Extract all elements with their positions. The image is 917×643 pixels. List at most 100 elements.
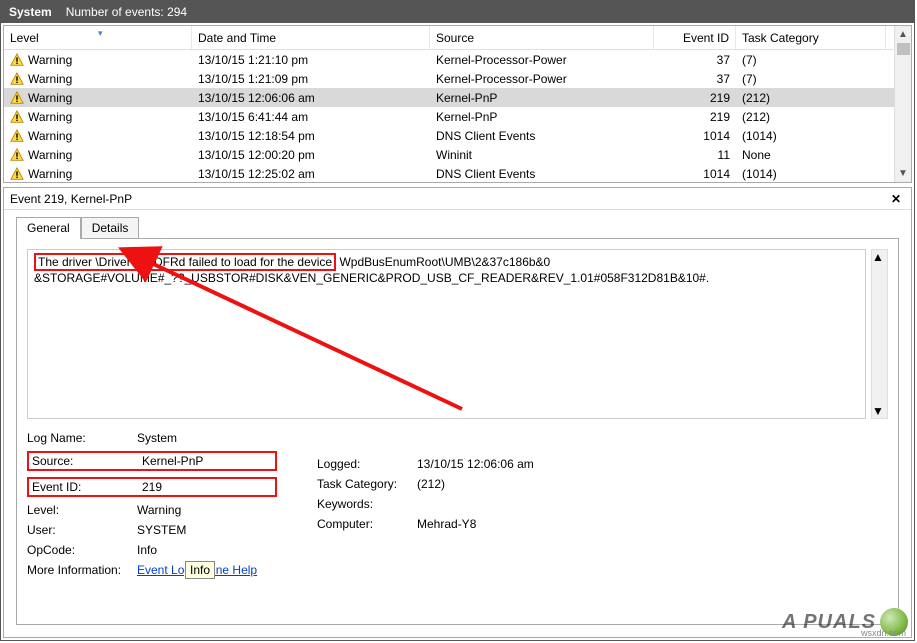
- warning-icon: [10, 167, 24, 181]
- tab-panel-general: The driver \Driver\WUDFRd failed to load…: [16, 238, 899, 625]
- label-logged: Logged:: [317, 457, 417, 471]
- events-list-pane: Level ▾ Date and Time Source Event ID Ta…: [3, 25, 912, 183]
- table-row[interactable]: Warning13/10/15 12:18:54 pmDNS Client Ev…: [4, 126, 894, 145]
- cell-task: (7): [736, 69, 886, 89]
- cell-task: None: [736, 145, 886, 165]
- field-source: Source: Kernel-PnP: [27, 451, 277, 471]
- label-task-category: Task Category:: [317, 477, 417, 491]
- highlighted-driver-text: The driver \Driver\WUDFRd failed to load…: [34, 253, 336, 271]
- cell-source: DNS Client Events: [430, 126, 654, 146]
- events-table-body: Warning 13/10/15 1:21:10 pmKernel-Process…: [4, 50, 894, 182]
- table-row[interactable]: Warning13/10/15 1:21:09 pmKernel-Process…: [4, 69, 894, 88]
- cell-source: Wininit: [430, 145, 654, 165]
- events-table-header: Level ▾ Date and Time Source Event ID Ta…: [4, 26, 894, 50]
- tab-details[interactable]: Details: [81, 217, 140, 239]
- column-header-source[interactable]: Source: [430, 26, 654, 49]
- table-row[interactable]: Warning 13/10/15 6:41:44 amKernel-PnP219(…: [4, 107, 894, 126]
- event-viewer-window: System Number of events: 294 Level ▾ Dat…: [0, 0, 915, 641]
- cell-date: 13/10/15 1:21:10 pm: [192, 50, 430, 70]
- value-event-id: 219: [142, 480, 272, 494]
- warning-icon: [10, 53, 24, 67]
- field-logged: Logged: 13/10/15 12:06:06 am: [317, 457, 577, 471]
- warning-icon: [10, 148, 24, 162]
- close-icon[interactable]: ✕: [887, 192, 905, 206]
- value-task-category: (212): [417, 477, 547, 491]
- scroll-up-icon[interactable]: ▲: [895, 26, 911, 43]
- corner-credit: wsxdn.com: [861, 628, 906, 638]
- tooltip-info: Info: [185, 561, 215, 579]
- cell-task: (212): [736, 88, 886, 108]
- cell-date: 13/10/15 12:00:20 pm: [192, 145, 430, 165]
- label-log-name: Log Name:: [27, 431, 137, 445]
- titlebar: System Number of events: 294: [1, 1, 914, 23]
- label-more-info: More Information:: [27, 563, 137, 577]
- field-computer: Computer: Mehrad-Y8: [317, 517, 577, 531]
- detail-tab-strip: General Details: [4, 210, 911, 238]
- column-header-event-id[interactable]: Event ID: [654, 26, 736, 49]
- label-source: Source:: [32, 454, 142, 468]
- column-header-level-label: Level: [10, 31, 39, 45]
- warning-icon: [10, 129, 24, 143]
- value-log-name: System: [137, 431, 267, 445]
- cell-event-id: 37: [654, 50, 736, 70]
- titlebar-title: System: [9, 5, 52, 19]
- value-source: Kernel-PnP: [142, 454, 272, 468]
- cell-event-id: 1014: [654, 126, 736, 146]
- value-keywords: [417, 497, 547, 511]
- description-scrollbar[interactable]: ▲ ▼: [871, 249, 888, 419]
- scroll-down-icon[interactable]: ▼: [895, 165, 911, 182]
- column-header-level[interactable]: Level ▾: [4, 26, 192, 49]
- column-header-task[interactable]: Task Category: [736, 26, 886, 49]
- warning-icon: [10, 91, 24, 105]
- label-opcode: OpCode:: [27, 543, 137, 557]
- desc-scroll-up-icon[interactable]: ▲: [872, 250, 887, 264]
- cell-source: Kernel-Processor-Power: [430, 69, 654, 89]
- cell-event-id: 1014: [654, 164, 736, 183]
- field-user: User: SYSTEM: [27, 523, 277, 537]
- cell-event-id: 11: [654, 145, 736, 165]
- cell-date: 13/10/15 12:25:02 am: [192, 164, 430, 183]
- warning-icon: [10, 72, 24, 86]
- label-event-id: Event ID:: [32, 480, 142, 494]
- value-user: SYSTEM: [137, 523, 267, 537]
- table-row[interactable]: Warning13/10/15 12:06:06 amKernel-PnP219…: [4, 88, 894, 107]
- sort-indicator-icon: ▾: [98, 28, 103, 39]
- cell-source: Kernel-PnP: [430, 107, 654, 127]
- table-row[interactable]: Warning13/10/15 12:25:02 amDNS Client Ev…: [4, 164, 894, 182]
- field-keywords: Keywords:: [317, 497, 577, 511]
- label-computer: Computer:: [317, 517, 417, 531]
- field-event-id: Event ID: 219: [27, 477, 277, 497]
- scroll-thumb[interactable]: [897, 43, 910, 55]
- field-level: Level: Warning: [27, 503, 277, 517]
- cell-date: 13/10/15 6:41:44 am: [192, 107, 430, 127]
- tab-general[interactable]: General: [16, 217, 81, 239]
- table-row[interactable]: Warning13/10/15 12:00:20 pmWininit11None: [4, 145, 894, 164]
- warning-icon: [10, 110, 24, 124]
- column-header-date[interactable]: Date and Time: [192, 26, 430, 49]
- value-opcode: Info: [137, 543, 267, 557]
- desc-scroll-down-icon[interactable]: ▼: [872, 404, 884, 418]
- cell-level: Warning: [28, 72, 72, 86]
- desc-rest-l1: WpdBusEnumRoot\UMB\2&37c186b&0: [336, 255, 550, 269]
- cell-task: (212): [736, 107, 886, 127]
- detail-header-bar: Event 219, Kernel-PnP ✕: [4, 188, 911, 210]
- label-user: User:: [27, 523, 137, 537]
- cell-task: (1014): [736, 164, 886, 183]
- cell-level: Warning: [28, 110, 72, 124]
- cell-level: Warning: [28, 53, 72, 67]
- cell-date: 13/10/15 12:18:54 pm: [192, 126, 430, 146]
- cell-source: DNS Client Events: [430, 164, 654, 183]
- field-log-name: Log Name: System: [27, 431, 277, 445]
- detail-header-title: Event 219, Kernel-PnP: [10, 192, 132, 206]
- events-table: Level ▾ Date and Time Source Event ID Ta…: [4, 26, 894, 182]
- value-computer: Mehrad-Y8: [417, 517, 547, 531]
- cell-event-id: 37: [654, 69, 736, 89]
- cell-event-id: 219: [654, 107, 736, 127]
- field-opcode: OpCode: Info: [27, 543, 277, 557]
- field-task-category: Task Category: (212): [317, 477, 577, 491]
- field-more-info: More Information: Event Log Online Help …: [27, 563, 277, 577]
- events-scrollbar[interactable]: ▲ ▼: [894, 26, 911, 182]
- fields-column-right: Logged: 13/10/15 12:06:06 am Task Catego…: [317, 457, 577, 577]
- table-row[interactable]: Warning13/10/15 1:21:10 pmKernel-Process…: [4, 50, 894, 69]
- titlebar-event-count: Number of events: 294: [66, 5, 187, 19]
